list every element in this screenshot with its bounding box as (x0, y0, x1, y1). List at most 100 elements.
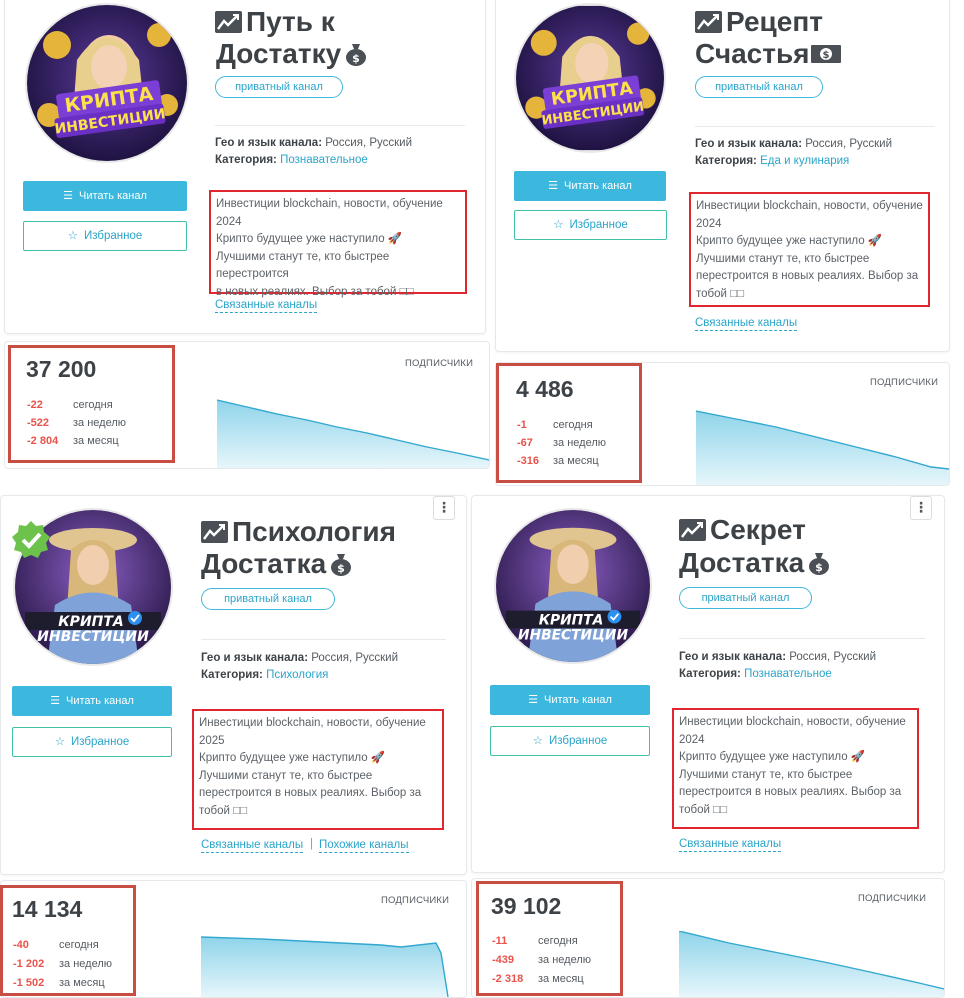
channel-title-line2[interactable]: Достатку $ (216, 37, 367, 70)
channel-title[interactable]: Секрет (679, 513, 806, 546)
chart-trend-icon (201, 521, 228, 543)
favorite-button[interactable]: ☆ Избранное (12, 727, 172, 757)
channel-title-line2[interactable]: Достатка $ (201, 547, 352, 580)
avatar-text: ИНВЕСТИЦИИ (518, 627, 628, 643)
favorite-button[interactable]: ☆ Избранное (514, 210, 667, 240)
channel-description: Инвестиции blockchain, новости, обучение… (209, 190, 467, 298)
month-change: -1 502 за месяц (13, 977, 105, 989)
read-channel-button[interactable]: ☰ Читать канал (23, 181, 187, 211)
highlight-frame: 14 134 -40 сегодня -1 202 за неделю -1 502… (0, 885, 136, 996)
avatar-text: ИНВЕСТИЦИИ (37, 629, 149, 645)
money-bag-icon: $ (346, 44, 367, 66)
today-change: -1 сегодня (517, 419, 593, 431)
svg-text:$: $ (352, 52, 360, 65)
more-menu-button[interactable]: ⋮ (433, 496, 455, 520)
geo-value: Россия, Русский (805, 138, 893, 150)
similar-channels-link[interactable]: Похожие каналы (319, 838, 409, 853)
list-icon: ☰ (528, 694, 538, 706)
channel-card: КРИПТА ИНВЕСТИЦИИ ⋮ Секрет Достатка $ при… (471, 495, 945, 873)
channel-avatar[interactable]: КРИПТА ИНВЕСТИЦИИ (494, 508, 652, 664)
chart-trend-icon (695, 11, 722, 33)
private-channel-badge: приватный канал (201, 588, 335, 610)
category: Категория: Познавательное (215, 154, 368, 166)
channel-title-line2[interactable]: Достатка $ (679, 546, 830, 579)
channel-card: КРИПТА ИНВЕСТИЦИИ Путь к Достатку $ прива… (4, 0, 486, 334)
geo-value: Россия, Русский (325, 137, 413, 149)
week-change: -67 за неделю (517, 437, 607, 449)
geo-language: Гео и язык канала: Россия, Русский (679, 651, 877, 663)
read-channel-button[interactable]: ☰ Читать канал (12, 686, 172, 716)
divider (201, 639, 446, 640)
subscribers-label: ПОДПИСЧИКИ (870, 377, 939, 388)
category: Категория: Психология (201, 669, 329, 681)
chart-trend-icon (215, 11, 242, 33)
read-channel-button[interactable]: ☰ Читать канал (514, 171, 666, 201)
channel-avatar[interactable]: КРИПТА ИНВЕСТИЦИИ (25, 3, 189, 163)
today-change: -22 сегодня (27, 399, 113, 411)
geo-value: Россия, Русский (789, 651, 877, 663)
channel-description: Инвестиции blockchain, новости, обучение… (672, 708, 919, 829)
list-icon: ☰ (548, 180, 558, 192)
related-channels-link[interactable]: Связанные каналы (695, 316, 798, 331)
separator: | (310, 838, 313, 850)
svg-text:$: $ (822, 50, 829, 61)
channel-description: Инвестиции blockchain, новости, обучение… (192, 709, 444, 830)
related-channels-link[interactable]: Связанные каналы (679, 837, 782, 852)
related-channels-link[interactable]: Связанные каналы (215, 298, 318, 313)
star-icon: ☆ (532, 735, 544, 747)
subscribers-chart (217, 399, 489, 468)
chart-trend-icon (679, 519, 706, 541)
month-change: -2 318 за месяц (492, 973, 584, 985)
private-channel-badge: приватный канал (695, 76, 823, 98)
geo-language: Гео и язык канала: Россия, Русский (695, 138, 893, 150)
more-menu-button[interactable]: ⋮ (910, 496, 932, 520)
divider (215, 125, 465, 126)
related-channels-link[interactable]: Связанные каналы (201, 838, 304, 853)
subscribers-label: ПОДПИСЧИКИ (381, 895, 450, 906)
highlight-frame: 4 486 -1 сегодня -67 за неделю -316 за меся… (496, 363, 642, 483)
subscribers-chart (201, 936, 449, 997)
week-change: -1 202 за неделю (13, 958, 113, 970)
subscriber-count: 39 102 (491, 893, 562, 919)
category-link[interactable]: Психология (266, 669, 328, 681)
channel-title[interactable]: Путь к (215, 5, 335, 38)
channel-description: Инвестиции blockchain, новости, обучение… (689, 192, 930, 307)
subscriber-count: 37 200 (26, 356, 97, 382)
category-link[interactable]: Познавательное (744, 668, 832, 680)
star-icon: ☆ (553, 219, 564, 231)
channel-card: КРИПТА ИНВЕСТИЦИИ ⋮ Психология Достатка $… (0, 495, 467, 875)
category: Категория: Познавательное (679, 668, 832, 680)
private-channel-badge: приватный канал (679, 587, 812, 609)
week-change: -522 за неделю (27, 417, 127, 429)
favorite-button[interactable]: ☆ Избранное (490, 726, 650, 756)
svg-text:$: $ (815, 561, 823, 574)
category-link[interactable]: Познавательное (280, 154, 368, 166)
star-icon: ☆ (54, 736, 66, 748)
avatar-text: КРИПТА (539, 612, 604, 628)
month-change: -2 804 за месяц (27, 435, 119, 447)
geo-value: Россия, Русский (311, 652, 399, 664)
money-bag-icon: $ (809, 553, 830, 575)
dollar-banknote-icon: $ (810, 45, 841, 63)
private-channel-badge: приватный канал (215, 76, 343, 98)
channel-card: КРИПТА ИНВЕСТИЦИИ Рецепт Счастья $ приват… (495, 0, 950, 352)
category-link[interactable]: Еда и кулинария (760, 155, 849, 167)
channel-title-line2[interactable]: Счастья $ (695, 37, 841, 70)
week-change: -439 за неделю (492, 954, 592, 966)
svg-text:$: $ (337, 562, 345, 575)
money-bag-icon: $ (331, 554, 352, 576)
read-channel-button[interactable]: ☰ Читать канал (490, 685, 650, 715)
channel-title[interactable]: Психология (201, 515, 396, 548)
list-icon: ☰ (63, 190, 73, 202)
geo-language: Гео и язык канала: Россия, Русский (201, 652, 399, 664)
today-change: -11 сегодня (492, 935, 578, 947)
subscriber-count: 14 134 (12, 896, 83, 922)
channel-avatar[interactable]: КРИПТА ИНВЕСТИЦИИ (514, 3, 666, 153)
subscribers-chart (679, 931, 944, 997)
list-icon: ☰ (50, 695, 60, 707)
divider (679, 638, 925, 639)
favorite-button[interactable]: ☆ Избранное (23, 221, 187, 251)
highlight-frame: 39 102 -11 сегодня -439 за неделю -2 318 за… (476, 881, 623, 996)
channel-title[interactable]: Рецепт (695, 5, 823, 38)
subscribers-label: ПОДПИСЧИКИ (405, 358, 474, 369)
